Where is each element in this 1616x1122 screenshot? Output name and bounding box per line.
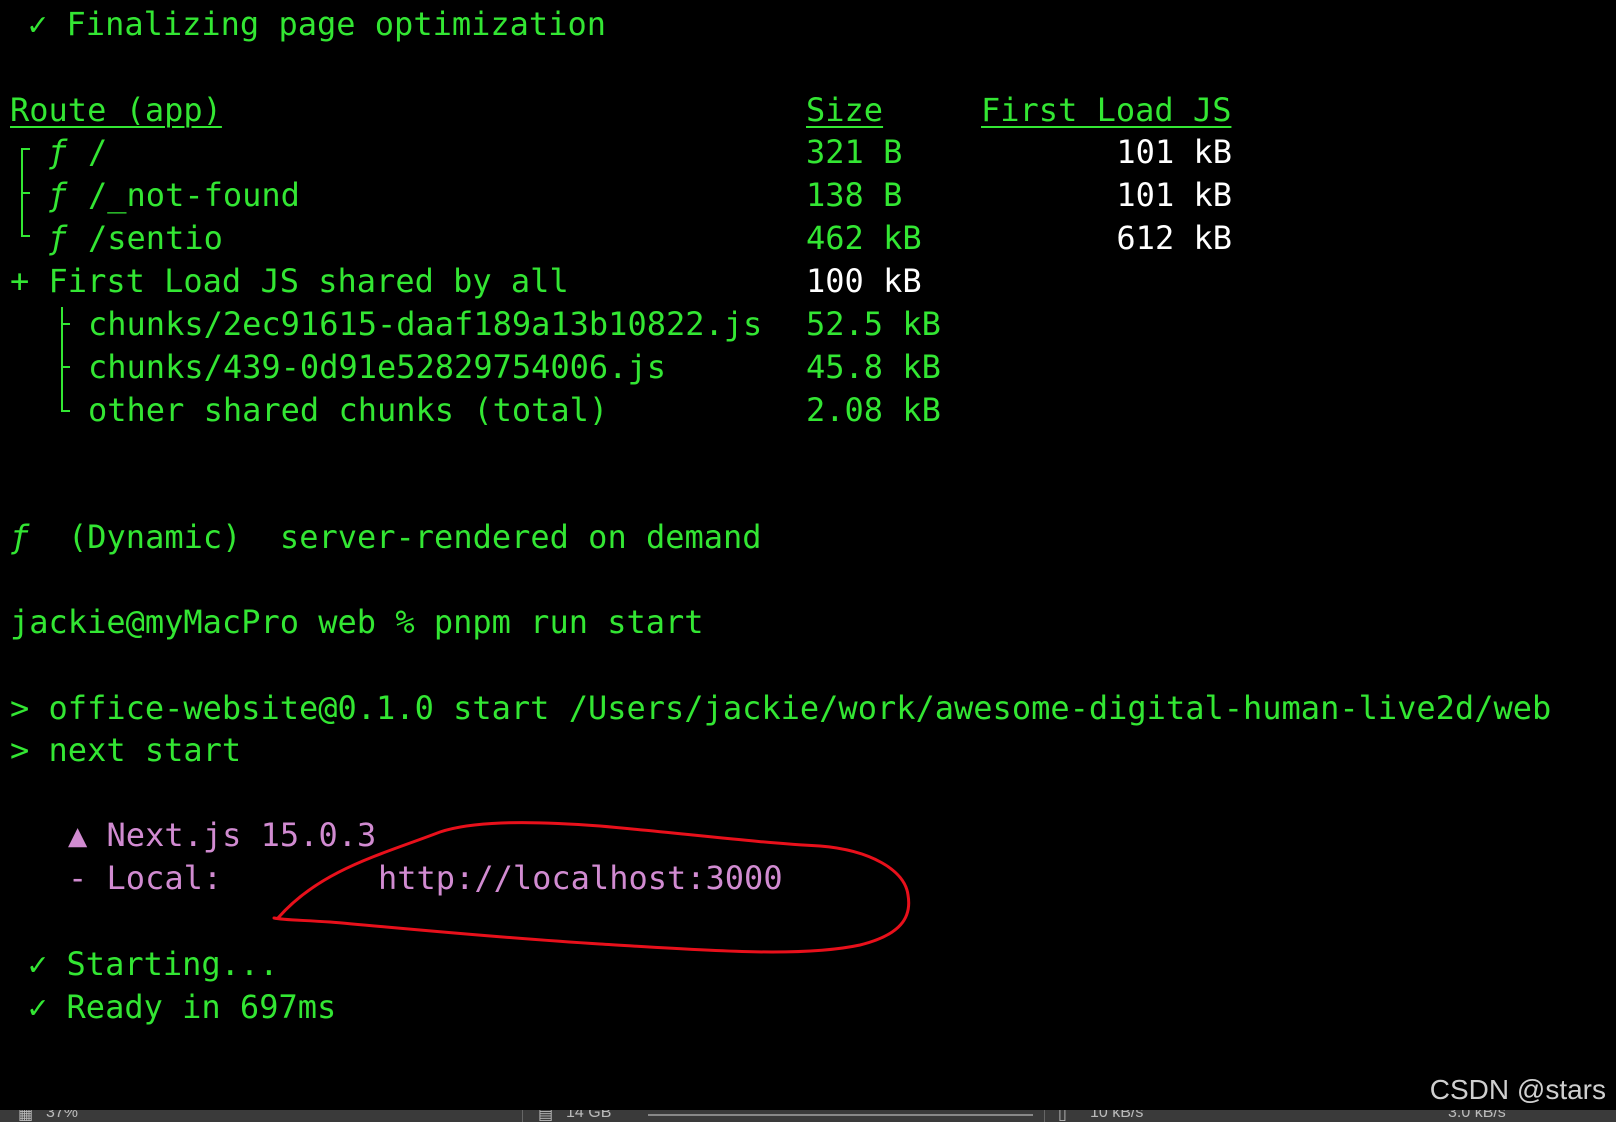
legend-dynamic-marker: ƒ [10,518,30,556]
starting-line: ✓ Starting... [28,945,279,983]
route-tree-tick [21,148,30,150]
chunk-name: chunks/2ec91615-daaf189a13b10822.js [88,305,763,343]
memory-bar [648,1114,1033,1116]
chunk-size: 52.5 kB [806,305,941,343]
route-path: /sentio [88,219,223,257]
network-rate: 10 kB/s [1090,1110,1144,1121]
terminal-window[interactable]: ✓ Finalizing page optimization Route (ap… [0,0,1616,1110]
script-output-line: > next start [10,731,242,769]
local-url-link[interactable]: http://localhost:3000 [378,856,783,900]
chunk-tree-tick [61,410,70,412]
chunk-size: 45.8 kB [806,348,941,386]
route-path: /_not-found [88,176,300,214]
status-separator [1044,1110,1045,1122]
route-size: 462 kB [806,219,922,257]
shell-prompt-command: jackie@myMacPro web % pnpm run start [10,603,704,641]
chunk-tree-tick [61,366,70,368]
route-first-load: 101 kB [1116,176,1232,214]
dynamic-route-marker: ƒ [48,133,68,171]
local-label: - Local: [68,859,223,897]
route-tree-tick [21,192,30,194]
legend-dynamic-text: (Dynamic) server-rendered on demand [68,518,762,556]
chunk-name: chunks/439-0d91e52829754006.js [88,348,666,386]
finalizing-line: ✓ Finalizing page optimization [28,5,606,43]
chunk-name: other shared chunks (total) [88,391,609,429]
chunk-size: 2.08 kB [806,391,941,429]
dynamic-route-marker: ƒ [48,219,68,257]
csdn-watermark: CSDN @stars [1429,1074,1606,1105]
route-first-load: 101 kB [1116,133,1232,171]
nextjs-version: ▲ Next.js 15.0.3 [68,816,377,854]
route-path: / [88,133,108,171]
route-size: 138 B [806,176,903,214]
script-output-line: > office-website@0.1.0 start /Users/jack… [10,689,1552,727]
dynamic-route-marker: ƒ [48,176,68,214]
route-size: 321 B [806,133,903,171]
network-rate: 3.0 kB/s [1448,1110,1506,1121]
first-load-column-header: First Load JS [981,91,1232,129]
size-column-header: Size [806,91,884,129]
shared-js-size: 100 kB [806,262,922,300]
status-bar: ▦ 37% ▤ 14 GB ▯ 10 kB/s 3.0 kB/s [0,1110,1616,1122]
network-icon: ▯ [1058,1110,1067,1122]
ready-line: ✓ Ready in 697ms [28,988,337,1026]
status-separator [522,1110,523,1122]
route-tree-tick [21,235,30,237]
cpu-icon: ▦ [18,1110,34,1122]
cpu-usage: 37% [46,1110,79,1121]
route-column-header: Route (app) [10,91,222,129]
memory-icon: ▤ [538,1110,554,1122]
route-first-load: 612 kB [1116,219,1232,257]
memory-usage: 14 GB [566,1110,612,1121]
chunk-tree-tick [61,323,70,325]
shared-js-label: + First Load JS shared by all [10,262,569,300]
